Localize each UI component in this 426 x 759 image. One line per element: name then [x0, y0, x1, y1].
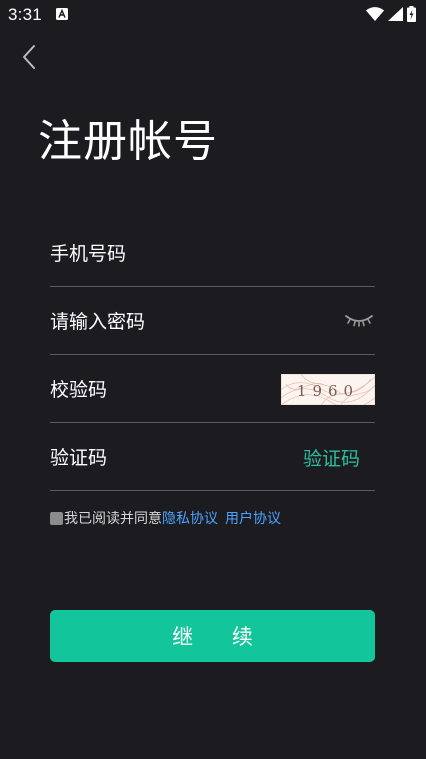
privacy-policy-link[interactable]: 隐私协议 — [162, 508, 218, 528]
page-title: 注册帐号 — [38, 116, 218, 167]
captcha-row: 1960 — [50, 356, 382, 423]
status-bar: 3:31 — [0, 0, 426, 30]
phone-row — [50, 220, 375, 287]
user-agreement-link[interactable]: 用户协议 — [225, 508, 281, 528]
battery-charging-icon — [407, 6, 416, 22]
captcha-input[interactable] — [50, 370, 250, 410]
text-recognition-icon — [56, 8, 68, 20]
captcha-text: 1960 — [297, 382, 359, 400]
password-input[interactable] — [50, 302, 270, 342]
sms-code-row: 验证码 — [50, 424, 375, 491]
agreement: 我已阅读并同意 隐私协议 用户协议 — [50, 508, 281, 528]
agreement-checkbox[interactable] — [50, 511, 63, 525]
continue-button[interactable]: 继 续 — [50, 610, 375, 662]
agreement-text: 我已阅读并同意 — [64, 511, 162, 527]
system-icons — [366, 6, 416, 22]
wifi-icon — [366, 7, 384, 21]
password-row — [50, 288, 375, 355]
sms-code-input[interactable] — [50, 438, 250, 478]
status-time: 3:31 — [8, 5, 42, 24]
captcha-image[interactable]: 1960 — [275, 373, 382, 409]
get-code-button[interactable]: 验证码 — [303, 444, 360, 471]
eye-closed-icon[interactable] — [343, 310, 375, 332]
back-button[interactable] — [14, 42, 44, 72]
phone-input[interactable] — [50, 234, 270, 274]
chevron-left-icon — [23, 45, 35, 69]
signal-icon — [388, 7, 403, 21]
registration-form: 1960 验证码 — [50, 220, 382, 491]
